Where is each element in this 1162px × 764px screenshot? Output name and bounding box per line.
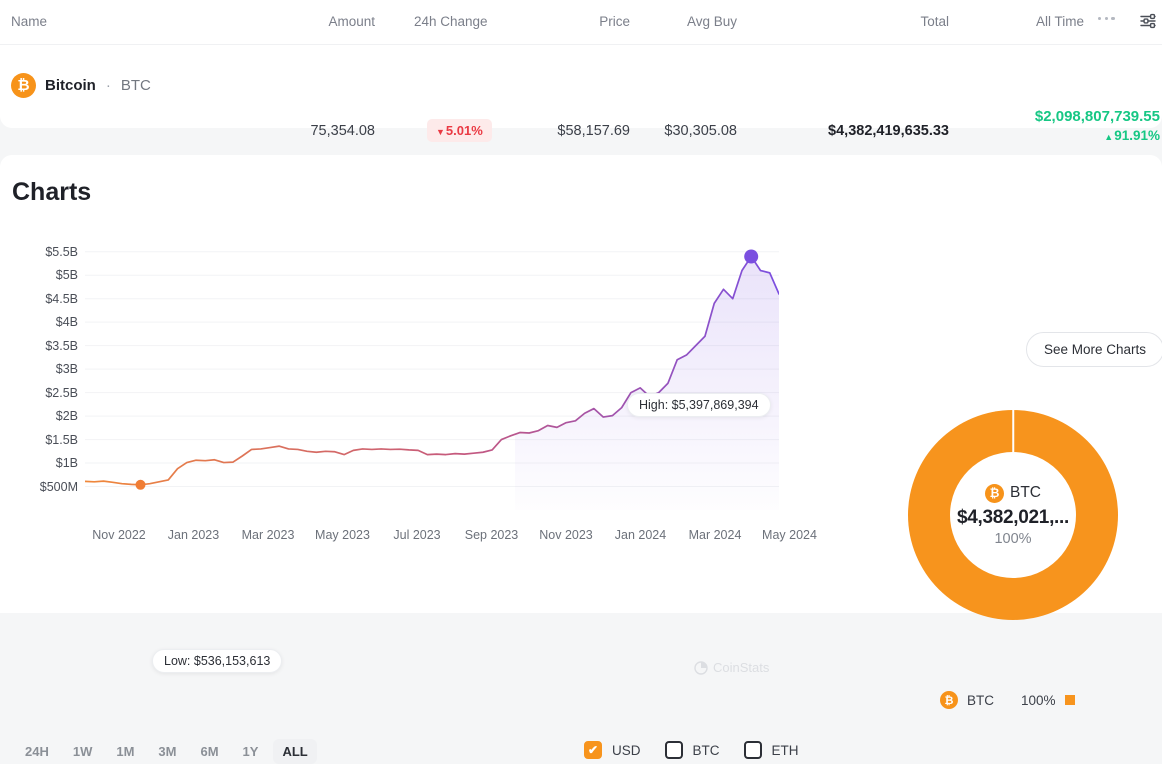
column-header-price[interactable]: Price <box>560 14 630 29</box>
cell-avg-buy: $30,305.08 <box>620 123 737 139</box>
all-time-percent: ▲91.91% <box>920 128 1160 143</box>
legend-color-swatch <box>1065 695 1075 705</box>
time-range-selector[interactable]: 24H1W1M3M6M 1YALL <box>16 739 317 764</box>
cell-total: $4,382,419,635.33 <box>740 123 949 139</box>
time-range-button-3m[interactable]: 3M <box>149 739 185 764</box>
y-axis-tick-label: $2B <box>56 409 78 423</box>
see-more-charts-button[interactable]: See More Charts <box>1026 332 1162 367</box>
cell-all-time: $2,098,807,739.55 ▲91.91% <box>920 108 1160 143</box>
currency-label: ETH <box>772 743 799 758</box>
column-header-24h-change[interactable]: 24h Change <box>414 14 488 29</box>
legend-symbol: BTC <box>967 693 994 708</box>
pie-chart-icon <box>694 661 708 675</box>
column-header-name[interactable]: Name <box>11 14 47 29</box>
filter-settings-icon[interactable] <box>1139 12 1157 30</box>
triangle-up-icon: ▲ <box>1104 132 1113 142</box>
low-value-tooltip: Low: $536,153,613 <box>152 649 282 673</box>
time-range-button-1y[interactable]: 1Y <box>234 739 268 764</box>
x-axis-tick-label: Jan 2023 <box>168 528 219 542</box>
bitcoin-icon: ₿ <box>985 484 1004 503</box>
column-header-avg-buy[interactable]: Avg Buy <box>640 14 737 29</box>
cell-price: $58,157.69 <box>500 123 630 139</box>
portfolio-table-card: Name Amount 24h Change Price Avg Buy Tot… <box>0 0 1162 128</box>
donut-coin-row: ₿ BTC <box>985 484 1041 503</box>
y-axis-tick-label: $4.5B <box>45 292 78 306</box>
donut-ring: ₿ BTC $4,382,021,... 100% <box>908 410 1118 620</box>
area-fill <box>85 257 779 510</box>
coin-symbol: BTC <box>121 77 151 94</box>
watermark-label: CoinStats <box>713 660 769 675</box>
all-time-percent-value: 91.91% <box>1114 128 1160 143</box>
high-value-tooltip: High: $5,397,869,394 <box>627 393 771 417</box>
x-axis-tick-label: Mar 2024 <box>689 528 742 542</box>
currency-selector[interactable]: ✔ USD BTC ETH <box>584 741 799 759</box>
currency-option-usd[interactable]: ✔ USD <box>584 741 641 759</box>
column-header-all-time[interactable]: All Time <box>1036 14 1084 29</box>
coin-identity-cell[interactable]: ₿ Bitcoin · BTC <box>11 73 151 98</box>
currency-option-btc[interactable]: BTC <box>665 741 720 759</box>
x-axis-tick-label: May 2023 <box>315 528 370 542</box>
coinstats-watermark: CoinStats <box>694 660 769 675</box>
dot <box>1105 17 1108 20</box>
bitcoin-icon: ₿ <box>11 73 36 98</box>
column-header-total[interactable]: Total <box>840 14 949 29</box>
y-axis-tick-label: $5B <box>56 268 78 282</box>
line-chart-plot-area[interactable] <box>85 240 779 510</box>
y-axis-tick-label: $1B <box>56 456 78 470</box>
portfolio-line-chart[interactable]: $5.5B $5B $4.5B $4B $3.5B $3B $2.5B $2B $1.5B $1B… <box>0 240 800 540</box>
currency-option-eth[interactable]: ETH <box>744 741 799 759</box>
triangle-down-icon: ▼ <box>436 127 445 137</box>
x-axis-tick-label: Sep 2023 <box>465 528 519 542</box>
currency-label: BTC <box>693 743 720 758</box>
more-options-icon[interactable] <box>1098 17 1115 20</box>
time-range-button-all[interactable]: ALL <box>273 739 316 764</box>
y-axis-tick-label: $5.5B <box>45 245 78 259</box>
donut-percent: 100% <box>994 531 1031 547</box>
donut-symbol: BTC <box>1010 484 1041 502</box>
coin-name: Bitcoin <box>45 77 96 94</box>
x-axis-tick-label: Mar 2023 <box>242 528 295 542</box>
donut-value: $4,382,021,... <box>957 507 1069 529</box>
y-axis-tick-label: $1.5B <box>45 433 78 447</box>
y-axis-labels: $5.5B $5B $4.5B $4B $3.5B $3B $2.5B $2B $1.5B $1B… <box>0 240 78 510</box>
y-axis-tick-label: $500M <box>40 480 78 494</box>
currency-label: USD <box>612 743 641 758</box>
status-badge-24h-change: ▼5.01% <box>427 119 492 142</box>
cell-amount: 75,354.08 <box>260 123 375 139</box>
change-value: 5.01% <box>446 123 483 138</box>
donut-center: ₿ BTC $4,382,021,... 100% <box>950 452 1076 578</box>
line-chart-svg <box>85 240 779 510</box>
table-header-row: Name Amount 24h Change Price Avg Buy Tot… <box>0 0 1162 44</box>
charts-card: Charts See More Charts $5.5B$5B$4.5B$4B$… <box>0 155 1162 613</box>
x-axis-tick-label: Nov 2023 <box>539 528 593 542</box>
checkbox-btc[interactable] <box>665 741 683 759</box>
y-axis-tick-label: $3.5B <box>45 339 78 353</box>
time-range-button-6m[interactable]: 6M <box>191 739 227 764</box>
low-point-marker <box>136 480 146 490</box>
checkbox-eth[interactable] <box>744 741 762 759</box>
x-axis-tick-label: May 2024 <box>762 528 817 542</box>
legend-percent: 100% <box>1021 693 1056 708</box>
donut-legend: ₿ BTC 100% <box>940 691 1075 709</box>
x-axis-tick-label: Jul 2023 <box>393 528 440 542</box>
y-axis-tick-label: $2.5B <box>45 386 78 400</box>
time-range-button-24h[interactable]: 24H <box>16 739 58 764</box>
dot <box>1111 17 1114 20</box>
bitcoin-icon: ₿ <box>940 691 958 709</box>
allocation-donut-chart[interactable]: ₿ BTC $4,382,021,... 100% <box>908 410 1118 620</box>
time-range-button-1w[interactable]: 1W <box>64 739 102 764</box>
column-header-amount[interactable]: Amount <box>320 14 375 29</box>
y-axis-tick-label: $3B <box>56 362 78 376</box>
separator-dot: · <box>106 77 111 94</box>
x-axis-tick-label: Nov 2022 <box>92 528 146 542</box>
table-row[interactable]: ₿ Bitcoin · BTC 75,354.08 ▼5.01% $58,157… <box>0 44 1162 128</box>
x-axis-tick-label: Jan 2024 <box>615 528 666 542</box>
time-range-button-1m[interactable]: 1M <box>107 739 143 764</box>
checkbox-usd[interactable]: ✔ <box>584 741 602 759</box>
dot <box>1098 17 1101 20</box>
all-time-value: $2,098,807,739.55 <box>920 108 1160 125</box>
high-point-marker <box>744 250 758 264</box>
page-title: Charts <box>12 178 91 207</box>
y-axis-tick-label: $4B <box>56 315 78 329</box>
